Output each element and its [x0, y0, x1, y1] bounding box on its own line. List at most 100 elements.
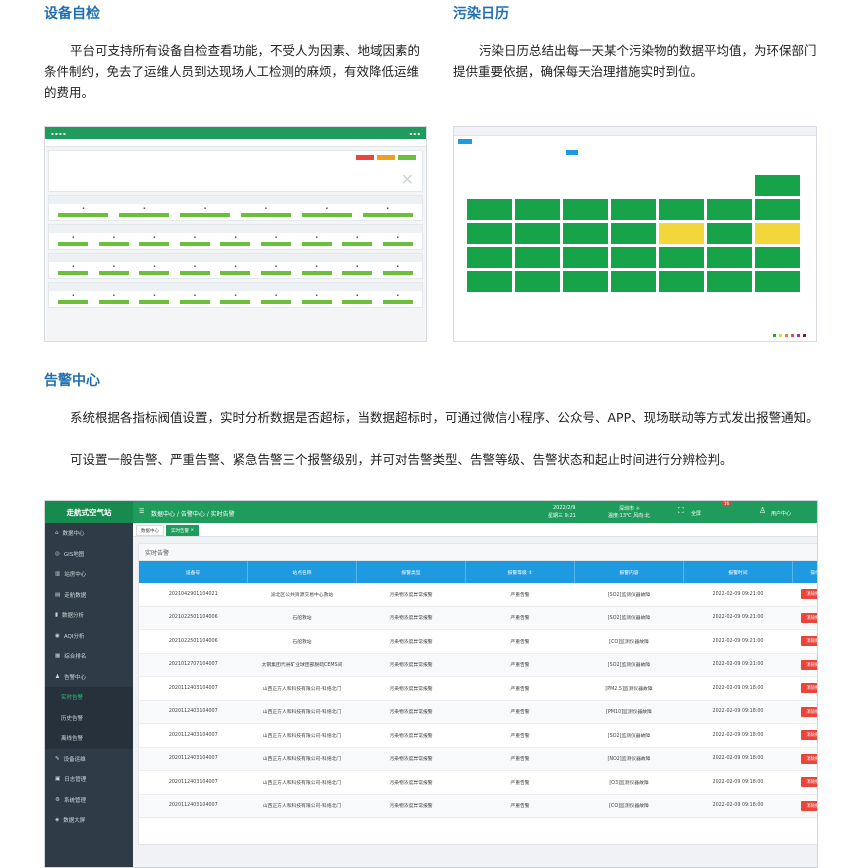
user-icon[interactable]: ♙ — [759, 506, 766, 515]
table-cell: 2022-02-09 09:18:00 — [683, 794, 793, 818]
sidebar-item[interactable]: ▣ 日志管理 — [45, 769, 133, 790]
column-header: 设备号 — [139, 561, 248, 583]
clear-alarm-button[interactable]: 消除报警 — [801, 753, 817, 764]
table-cell: 2020112403104007 — [139, 770, 248, 795]
fullscreen-icon[interactable]: ⛶ — [678, 506, 684, 516]
calendar-day-cell — [658, 198, 705, 221]
table-row: 2021042901104021 渝北区公共资源交易中心救站 污染物浓度异常报警 严重… — [139, 583, 817, 607]
app-header: 走航式空气站 ☰ 数据中心 / 告警中心 / 实时告警 2022/2/9 星期三… — [45, 501, 817, 523]
table-cell: 2022-02-09 09:21:00 — [683, 606, 793, 630]
table-row: 2021022501104006 石船救站 污染物浓度异常报警 严重告警 [SO2]监测… — [139, 606, 817, 630]
fullscreen-label[interactable]: 全屏 — [691, 510, 701, 517]
table-cell: 2021042901104021 — [139, 583, 248, 607]
clear-alarm-button[interactable]: 消除报警 — [801, 800, 817, 811]
table-cell: 污染物浓度异常报警 — [356, 583, 466, 607]
table-cell: 2020112403104007 — [139, 794, 248, 818]
clear-alarm-button[interactable]: 消除报警 — [801, 777, 817, 788]
clear-alarm-button[interactable]: 消除报警 — [801, 659, 817, 670]
table-cell: [SO2]监测仪器故障 — [574, 606, 684, 630]
clear-alarm-button[interactable]: 消除报警 — [801, 706, 817, 717]
table-cell: [PM2.5]监测仪器故障 — [574, 676, 684, 701]
menu-toggle-icon[interactable]: ☰ — [139, 508, 144, 515]
clear-alarm-button[interactable]: 消除报警 — [801, 683, 817, 694]
sidebar-item-label: AQI分析 — [63, 633, 85, 640]
chart-icon: ▮ — [55, 612, 59, 619]
notification-badge[interactable]: 16 — [722, 501, 732, 506]
sidebar-item[interactable]: ▮ 数据分析 — [45, 605, 133, 626]
user-center-label[interactable]: 用户中心 — [771, 510, 791, 517]
table-cell: 严重告警 — [465, 794, 575, 818]
home-icon: ⌂ — [55, 530, 59, 537]
table-cell: 石船救站 — [247, 629, 357, 654]
clear-alarm-button[interactable]: 消除报警 — [801, 730, 817, 741]
table-row: 2020112403104007 山西正方人和科技有限公司-科络北门 污染物浓度异常… — [139, 676, 817, 701]
sidebar-item[interactable]: ▦ 综合排名 — [45, 646, 133, 667]
table-cell: 渝北区公共资源交易中心救站 — [247, 583, 357, 607]
clear-alarm-button[interactable]: 消除报警 — [801, 636, 817, 647]
tool-icon: ✎ — [55, 755, 60, 762]
sidebar-item[interactable]: ◉ AQI分析 — [45, 626, 133, 647]
calendar-day-cell — [658, 246, 705, 269]
sidebar-item[interactable]: ▥ 站房中心 — [45, 564, 133, 585]
sidebar-item[interactable]: ⚙ 系统管理 — [45, 790, 133, 811]
tab-data-center[interactable]: 数据中心 — [136, 525, 164, 536]
table-cell: 2022-02-09 09:18:00 — [683, 700, 793, 724]
action-cell: 消除报警 — [792, 676, 817, 701]
action-cell: 消除报警 — [792, 747, 817, 771]
sidebar-item[interactable]: ✎ 设备运维 — [45, 749, 133, 770]
table-cell: 严重告警 — [465, 700, 575, 724]
action-cell: 消除报警 — [792, 723, 817, 748]
table-cell: 2021012707104007 — [139, 653, 248, 677]
calendar-day-cell — [754, 198, 801, 221]
table-cell: 石船救站 — [247, 606, 357, 630]
clear-alarm-button[interactable]: 消除报警 — [801, 612, 817, 623]
station-icon: ▥ — [55, 571, 61, 578]
table-cell: 2021022501104006 — [139, 606, 248, 630]
calendar-day-cell — [562, 270, 609, 293]
calendar-day-cell — [706, 222, 753, 245]
sidebar-item[interactable]: ▤ 走航数据 — [45, 585, 133, 606]
column-header: 操作 — [792, 561, 817, 583]
table-cell: 2022-02-09 09:18:00 — [683, 723, 793, 748]
table-cell: 严重告警 — [465, 770, 575, 795]
sidebar-item[interactable]: ⌂ 数据中心 — [45, 523, 133, 544]
action-cell: 消除报警 — [792, 794, 817, 818]
tab-realtime-alarm[interactable]: 实时告警 × — [166, 525, 200, 536]
table-cell: 2022-02-09 09:21:00 — [683, 629, 793, 654]
sidebar-item-label: 日志管理 — [64, 777, 87, 784]
calendar-day-cell — [514, 270, 561, 293]
action-cell: 消除报警 — [792, 770, 817, 795]
column-header[interactable]: 报警等级 ⇕ — [465, 561, 575, 583]
sidebar-item[interactable]: ◈ 数据大屏 — [45, 810, 133, 831]
table-cell: 山西正方人和科技有限公司-科络北门 — [247, 700, 357, 724]
table-cell: 污染物浓度异常报警 — [356, 723, 466, 748]
alarm-app-screenshot: 走航式空气站 ☰ 数据中心 / 告警中心 / 实时告警 2022/2/9 星期三… — [44, 500, 818, 868]
alarm-panel: 实时告警 设备号站点名称报警类型报警等级 ⇕报警内容报警时间操作 2021042… — [138, 543, 817, 845]
table-cell: 2020112403104007 — [139, 676, 248, 701]
table-cell: 2020112403104007 — [139, 723, 248, 748]
calendar-day-cell — [610, 222, 657, 245]
log-icon: ▣ — [55, 776, 61, 783]
calendar-day-cell — [610, 246, 657, 269]
calendar-day-cell — [658, 222, 705, 245]
alarm-paragraph-1: 系统根据各指标阀值设置，实时分析数据是否超标，当数据超标时，可通过微信小程序、公… — [70, 410, 819, 425]
table-cell: 污染物浓度异常报警 — [356, 770, 466, 795]
sidebar-item[interactable]: 离线告警 — [45, 728, 133, 749]
sidebar-item[interactable]: 历史告警 — [45, 707, 133, 728]
table-row: 2021022501104006 石船救站 污染物浓度异常报警 严重告警 [CO]监测仪… — [139, 629, 817, 654]
calendar-day-cell — [706, 270, 753, 293]
sidebar-item[interactable]: ♟ 告警中心 — [45, 667, 133, 688]
sidebar-item[interactable]: 实时告警 — [45, 687, 133, 708]
self-check-screenshot: ▪ ▪ ▪ ▪ ▪ ▪ ▪ ✕ ▪ ▪ ▪ ▪ ▪ ▪ ▪ ▪ ▪ ▪ ▪ ▪ ▪ ▪ ▪ ▪ ▪ ▪ ▪ ▪ ▪ ▪ ▪… — [44, 126, 427, 342]
table-cell: [O3]监测仪器故障 — [574, 770, 684, 795]
calendar-day-cell — [466, 246, 513, 269]
clear-alarm-button[interactable]: 消除报警 — [801, 589, 817, 600]
table-cell: 污染物浓度异常报警 — [356, 794, 466, 818]
sidebar-item[interactable]: ◎ GIS地图 — [45, 544, 133, 565]
tab-strip: 数据中心 实时告警 × — [133, 523, 817, 537]
sidebar-item-label: GIS地图 — [63, 551, 85, 558]
calendar-day-cell — [754, 246, 801, 269]
table-cell: 严重告警 — [465, 583, 575, 607]
calendar-day-cell — [514, 222, 561, 245]
calendar-day-cell — [514, 198, 561, 221]
